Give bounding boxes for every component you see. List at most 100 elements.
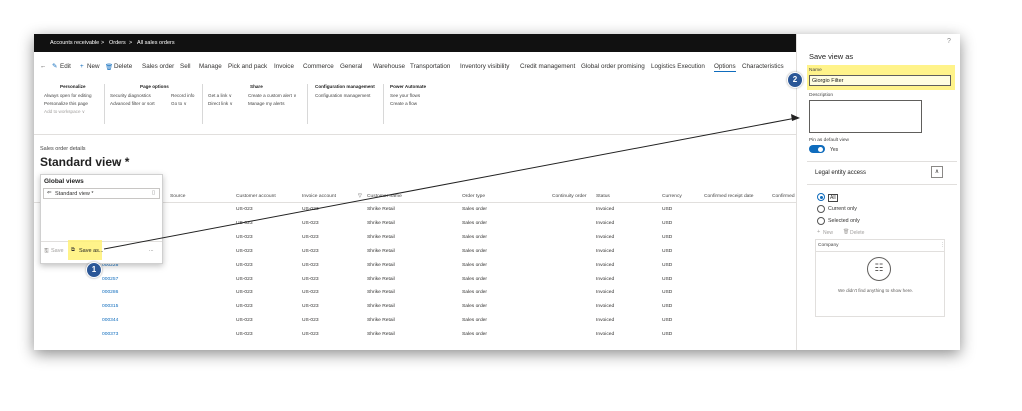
ribbon-item[interactable]: Record info [171,93,195,98]
ribbon-item[interactable]: Always open for editing [44,93,92,98]
help-icon[interactable]: ? [947,38,951,45]
column-menu-icon[interactable]: ⋮ [940,242,945,248]
delete-button-disabled[interactable]: Delete [850,230,864,236]
tab-invoice[interactable]: Invoice [274,63,294,70]
trash-icon[interactable]: 🗑 [105,63,113,71]
status-cell: Invoiced [596,207,615,212]
plus-icon[interactable]: + [80,63,84,70]
tab-sell[interactable]: Sell [180,63,191,70]
radio-current-only[interactable] [817,205,825,213]
customer-account-cell: US-023 [236,304,253,310]
new-button-disabled[interactable]: New [823,230,833,236]
tab-general[interactable]: General [340,63,362,70]
scrollbar-icon[interactable]: ▯ [152,190,155,196]
tab-pick-and-pack[interactable]: Pick and pack [228,63,267,70]
order-number-cell[interactable]: 000257 [102,277,118,282]
description-input[interactable] [809,100,922,133]
name-input[interactable]: Giorgio Filter [809,75,951,86]
more-options-icon[interactable]: ... [149,247,154,253]
ribbon-item[interactable]: Direct link ∨ [208,101,233,107]
new-button[interactable]: New [87,63,100,70]
collapse-chevron-icon[interactable]: ∧ [931,166,943,178]
breadcrumb-item-orders[interactable]: Orders [109,40,126,46]
tab-logistics-execution[interactable]: Logistics Execution [651,63,705,70]
description-label: Description [809,93,833,98]
ribbon-item[interactable]: Create a flow [390,101,417,106]
column-header-source[interactable]: Source [170,194,186,199]
chevron-down-icon[interactable]: ⌄ [114,157,121,166]
ribbon-divider [202,84,203,124]
filter-icon[interactable]: ▽ [358,193,362,199]
column-header-continuity-order[interactable]: Continuity order [552,194,587,199]
tab-characteristics[interactable]: Characteristics [742,63,784,70]
customer-name-cell: Shrike Retail [367,262,395,268]
tab-warehouse[interactable]: Warehouse [373,63,405,70]
tab-manage[interactable]: Manage [199,63,222,70]
tab-global-order-promising[interactable]: Global order promising [581,63,645,70]
table-row[interactable]: 000286 US-023 US-023 Shrike Retail Sales ord… [34,286,796,300]
radio-all[interactable] [817,193,825,201]
breadcrumb-item-all-sales-orders[interactable]: All sales orders [137,40,175,46]
legal-entity-header: Legal entity access [815,170,867,176]
ribbon-item[interactable]: Create a custom alert ∨ [248,93,297,99]
save-as-button[interactable]: Save as... [79,248,103,254]
column-header-invoice-account[interactable]: Invoice account [302,194,336,199]
customer-account-cell: US-023 [236,332,253,338]
table-row[interactable]: 000373 US-023 US-023 Shrike Retail Sales ord… [34,328,796,342]
customer-account-cell: US-023 [236,220,253,226]
table-row[interactable]: 000257 US-023 US-023 Shrike Retail Sales ord… [34,273,796,287]
ribbon-item[interactable]: Advanced filter or sort [110,101,155,106]
view-list-item[interactable]: ⇐ Standard view * ▯ [43,188,160,199]
column-header-confirmed[interactable]: Confirmed [772,194,795,199]
column-header-status[interactable]: Status [596,194,610,199]
tab-credit-management[interactable]: Credit management [520,63,575,70]
ribbon-group-page-options: Page options [140,84,169,89]
step-2-badge: 2 [787,72,803,88]
tab-inventory-visibility[interactable]: Inventory visibility [460,63,509,70]
invoice-account-cell: US-023 [302,262,319,268]
order-number-cell[interactable]: 000315 [102,304,118,309]
column-header-customer-name[interactable]: Customer name [367,194,402,199]
delete-button[interactable]: Delete [114,63,132,70]
order-number-cell[interactable]: 000344 [102,318,118,323]
order-number-cell[interactable]: 000286 [102,290,118,295]
table-row[interactable]: 000315 US-023 US-023 Shrike Retail Sales ord… [34,300,796,314]
customer-name-cell: Shrike Retail [367,220,395,226]
customer-account-cell: US-023 [236,207,253,212]
tab-sales-order[interactable]: Sales order [142,63,174,70]
ribbon-item[interactable]: Security diagnostics [110,93,151,98]
order-type-cell: Sales order [462,248,488,254]
radio-selected-only-label: Selected only [828,218,860,224]
tab-options[interactable]: Options [714,63,736,72]
customer-name-cell: Shrike Retail [367,290,395,296]
tab-transportation[interactable]: Transportation [410,63,450,70]
ribbon-item[interactable]: Configuration management [315,93,370,98]
save-view-panel: ? Save view as Name Giorgio Filter Descr… [796,34,960,350]
pin-default-toggle[interactable] [809,145,825,153]
back-arrow-icon[interactable]: ← [40,63,46,70]
ribbon-item[interactable]: Get a link ∨ [208,93,232,99]
breadcrumb-item-accounts-receivable[interactable]: Accounts receivable [50,40,99,46]
edit-pencil-icon[interactable]: ✎ [52,63,57,70]
column-header-customer-account[interactable]: Customer account [236,194,276,199]
trash-icon: 🗑 [843,229,850,235]
tab-commerce[interactable]: Commerce [303,63,334,70]
section-label: Sales order details [40,146,86,152]
ribbon-item[interactable]: Add to workspace ∨ [44,109,85,115]
save-button[interactable]: Save [51,248,64,254]
column-header-confirmed-receipt-date[interactable]: Confirmed receipt date [704,194,753,199]
edit-button[interactable]: Edit [60,63,71,70]
name-input-value: Giorgio Filter [812,78,844,84]
table-row[interactable]: 000344 US-023 US-023 Shrike Retail Sales ord… [34,314,796,328]
column-header-order-type[interactable]: Order type [462,194,485,199]
ribbon-item[interactable]: Go to ∨ [171,101,187,107]
company-column-header[interactable]: Company [818,243,839,248]
ribbon-item[interactable]: Manage my alerts [248,101,285,106]
radio-selected-only[interactable] [817,217,825,225]
ribbon-item[interactable]: Personalize this page [44,101,88,106]
customer-account-cell: US-023 [236,276,253,282]
column-header-currency[interactable]: Currency [662,194,682,199]
order-number-cell[interactable]: 000373 [102,332,118,337]
ribbon-item[interactable]: See your flows [390,93,420,98]
order-type-cell: Sales order [462,332,488,338]
